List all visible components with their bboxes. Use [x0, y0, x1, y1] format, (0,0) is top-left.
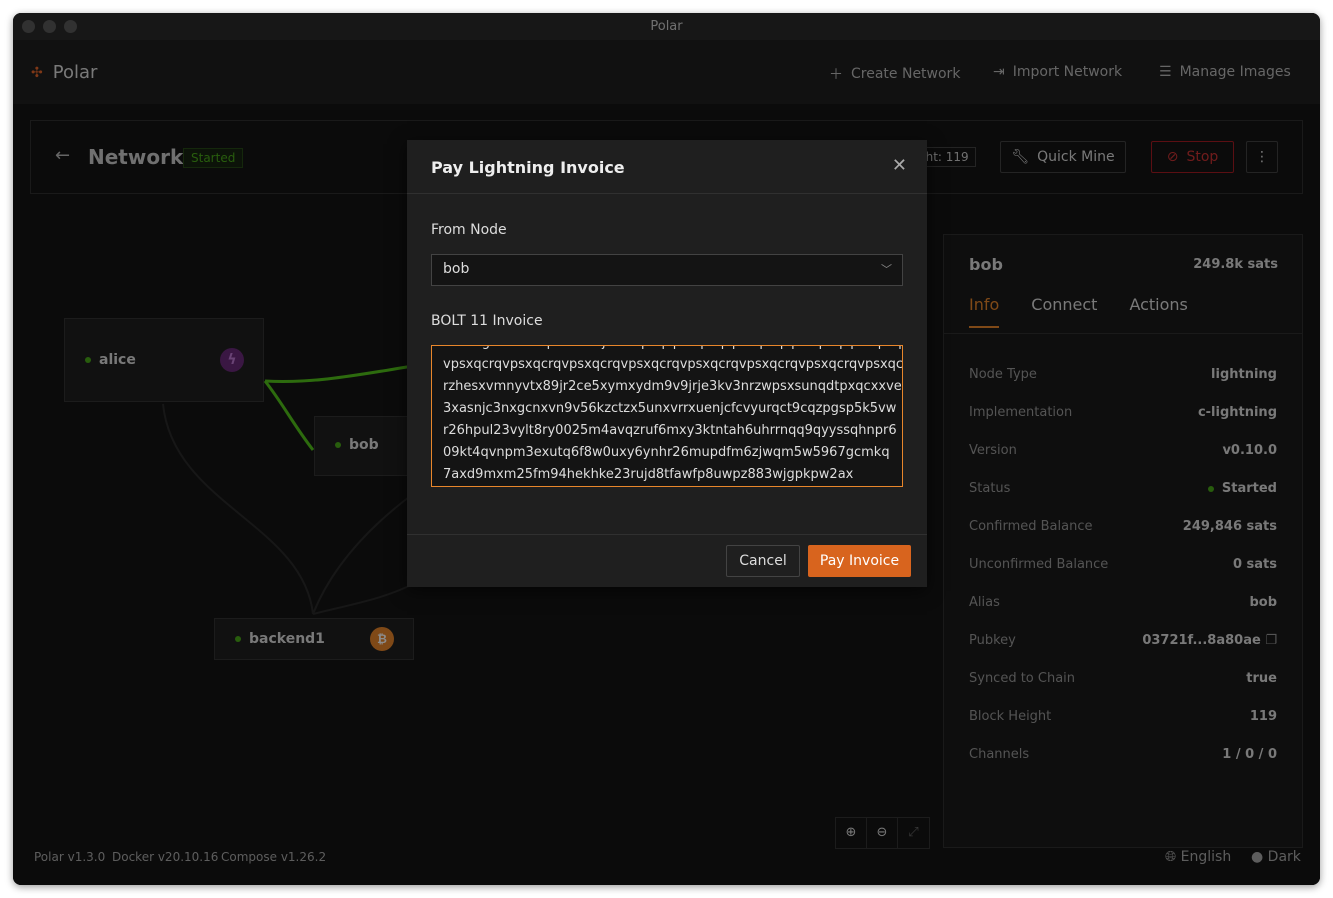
modal-header: Pay Lightning Invoice ✕	[407, 140, 927, 194]
modal-footer-divider	[407, 534, 927, 535]
pay-invoice-button[interactable]: Pay Invoice	[808, 545, 911, 577]
app-window: Polar ✣ Polar ＋ Create Network ⇥ Import Ne…	[13, 13, 1320, 885]
from-node-label: From Node	[431, 222, 507, 238]
from-node-select[interactable]: bob ﹀	[431, 254, 903, 286]
modal-title: Pay Lightning Invoice	[431, 158, 625, 177]
invoice-label: BOLT 11 Invoice	[431, 313, 543, 329]
invoice-textarea[interactable]: m4wcg9xkt9dzqdxcvronjnesxqcrqvpsxqcrqvps…	[431, 345, 903, 487]
invoice-text: m4wcg9xkt9dzqdxcvronjnesxqcrqvpsxqcrqvps…	[443, 346, 903, 482]
pay-invoice-modal: Pay Lightning Invoice ✕ From Node bob ﹀ …	[407, 140, 927, 587]
select-value: bob	[443, 261, 470, 277]
close-icon[interactable]: ✕	[892, 155, 907, 176]
cancel-button[interactable]: Cancel	[726, 545, 800, 577]
chevron-down-icon: ﹀	[881, 263, 892, 276]
